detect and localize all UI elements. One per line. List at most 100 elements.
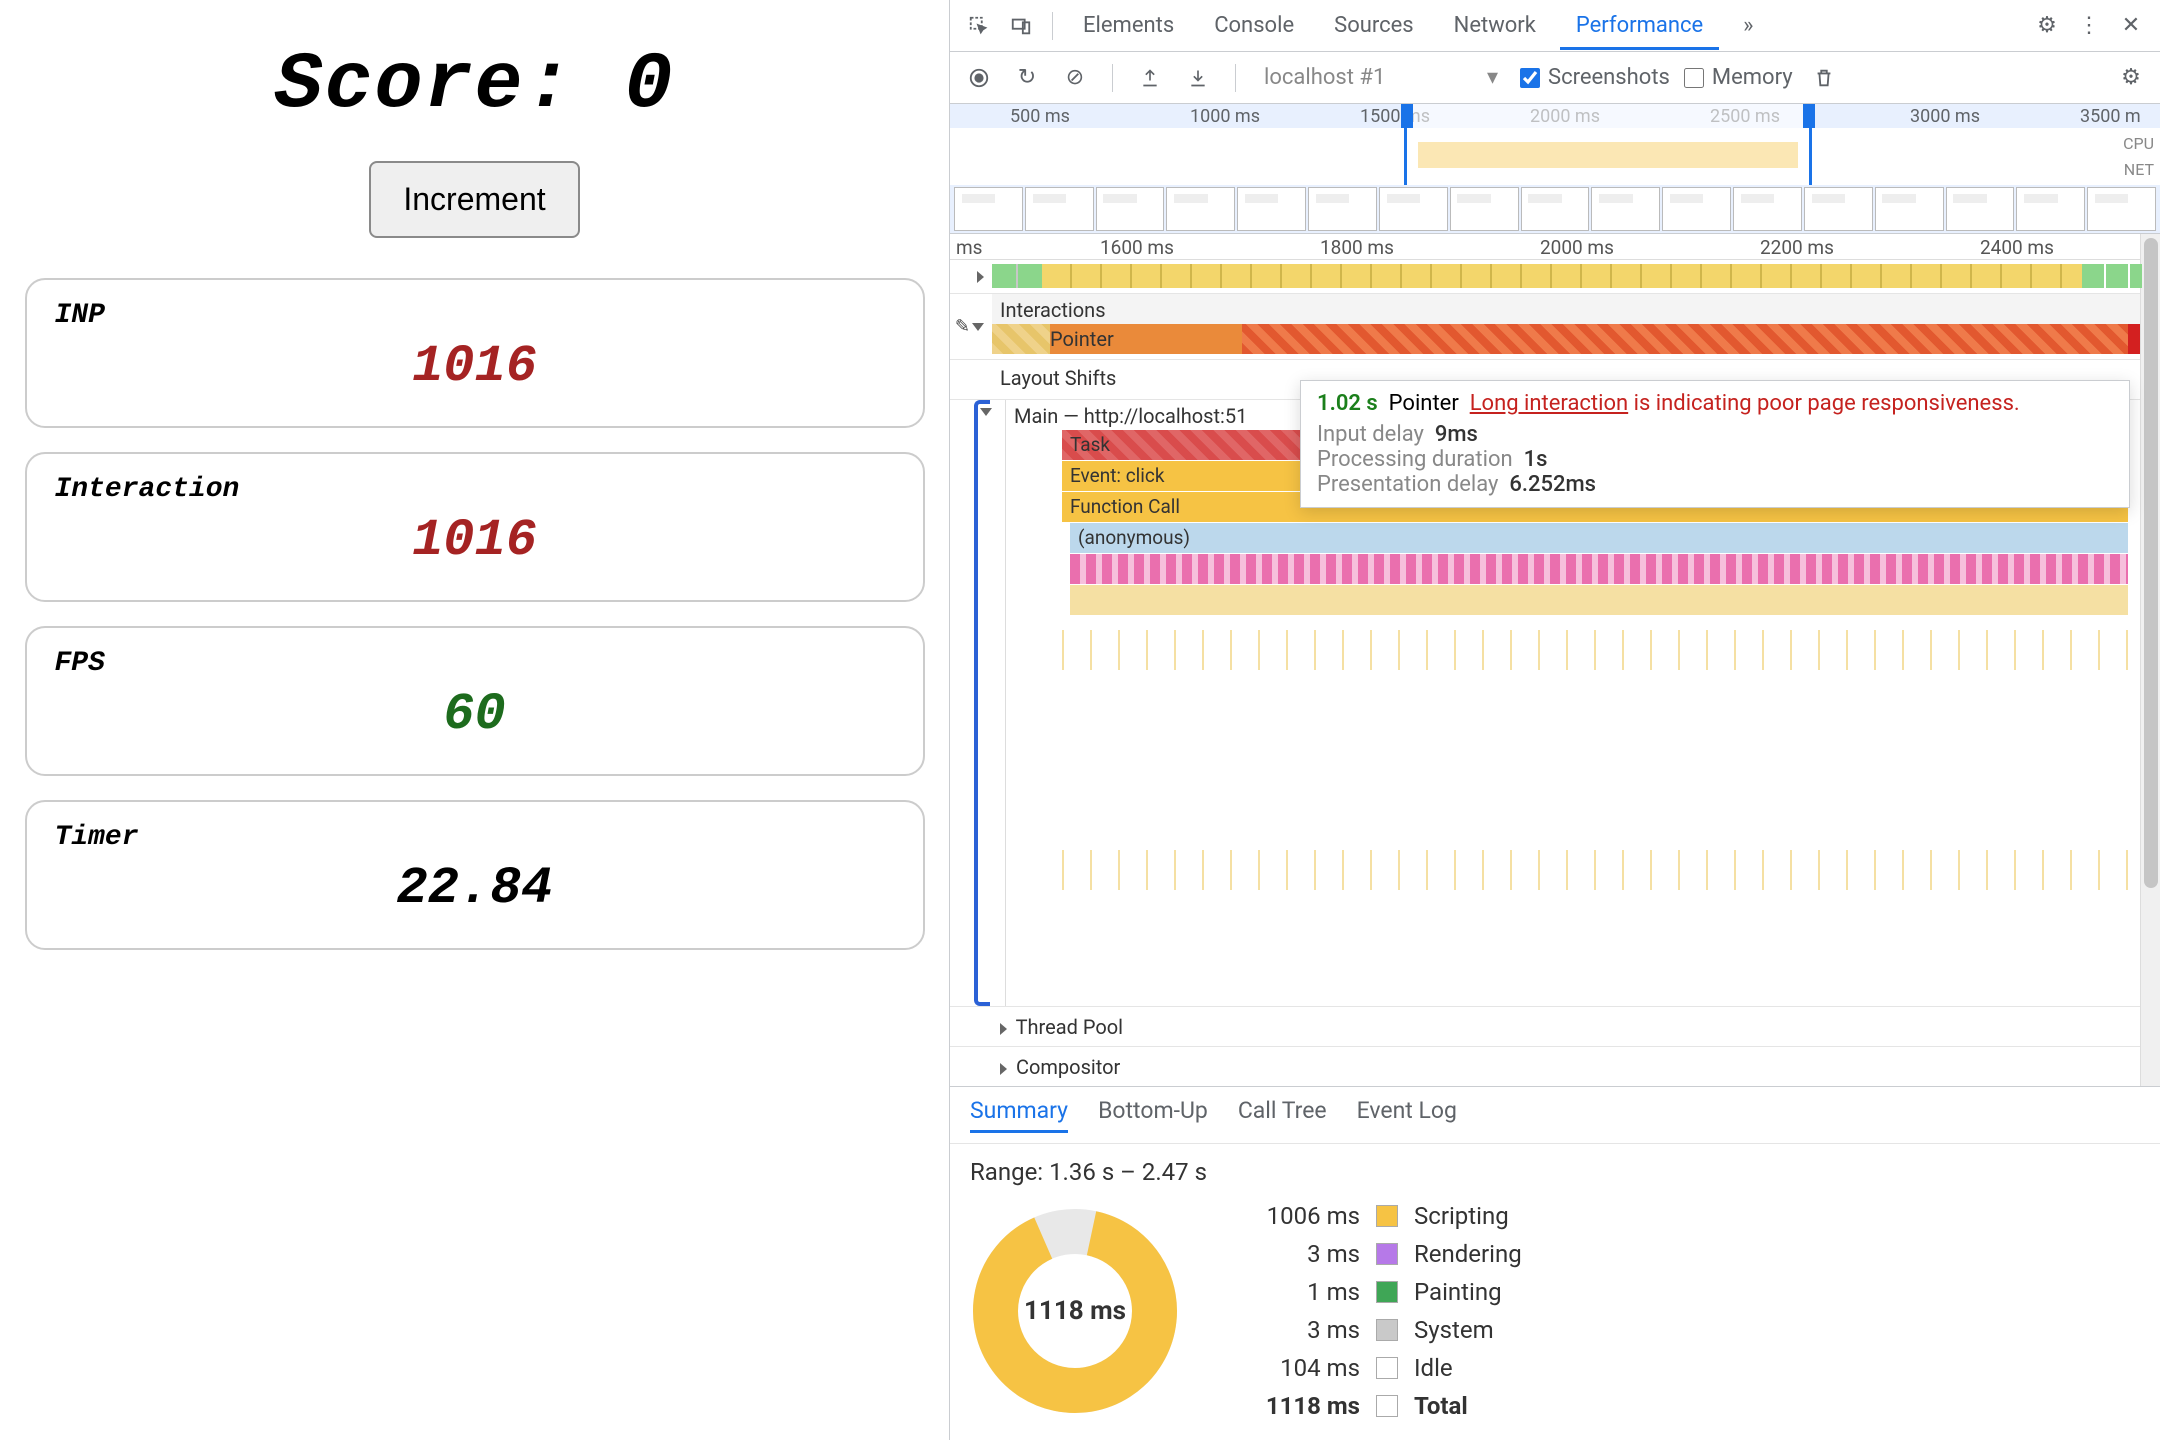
screenshot-thumb[interactable] — [1946, 187, 2015, 231]
metric-label: Timer — [55, 822, 895, 853]
metric-card-interaction: Interaction 1016 — [25, 452, 925, 602]
track-toggle[interactable] — [950, 260, 992, 293]
tick: 1600 ms — [1100, 236, 1174, 259]
track-toggle[interactable]: ✎ — [950, 294, 992, 359]
tab-bottom-up[interactable]: Bottom-Up — [1098, 1097, 1208, 1133]
screenshot-thumb[interactable] — [1662, 187, 1731, 231]
profile-select[interactable]: localhost #1 ▾ — [1256, 61, 1506, 94]
tab-performance[interactable]: Performance — [1560, 1, 1719, 50]
screenshots-checkbox[interactable]: Screenshots — [1520, 65, 1670, 90]
track-frames[interactable]: Frames — [950, 260, 2140, 294]
close-icon[interactable]: ✕ — [2114, 9, 2148, 43]
upload-icon[interactable] — [1133, 61, 1167, 95]
gear-icon[interactable]: ⚙ — [2114, 61, 2148, 95]
memory-checkbox[interactable]: Memory — [1684, 65, 1793, 90]
legend-label: Total — [1414, 1392, 1468, 1420]
tick: 1000 ms — [1190, 106, 1260, 127]
legend-row-total: 1118 ms Total — [1240, 1392, 1522, 1420]
screenshot-thumb[interactable] — [1521, 187, 1590, 231]
legend-ms: 104 ms — [1240, 1354, 1360, 1382]
metric-label: Interaction — [55, 474, 895, 505]
tab-summary[interactable]: Summary — [970, 1097, 1068, 1133]
selection-handle-left[interactable] — [1401, 104, 1413, 128]
device-icon[interactable] — [1004, 9, 1038, 43]
tick: 1800 ms — [1320, 236, 1394, 259]
legend-ms: 1 ms — [1240, 1278, 1360, 1306]
tooltip-key: Presentation delay — [1317, 472, 1498, 497]
interaction-label: Pointer — [1050, 327, 1114, 351]
legend-row: 3 ms Rendering — [1240, 1240, 1522, 1268]
metric-card-inp: INP 1016 — [25, 278, 925, 428]
record-icon[interactable] — [962, 61, 996, 95]
tab-network[interactable]: Network — [1438, 1, 1552, 50]
screenshot-thumb[interactable] — [1096, 187, 1165, 231]
tab-console[interactable]: Console — [1198, 1, 1310, 50]
frames-bar — [1042, 264, 2140, 288]
screenshot-thumb[interactable] — [1166, 187, 1235, 231]
screenshot-thumb[interactable] — [1025, 187, 1094, 231]
screenshot-thumb[interactable] — [1237, 187, 1306, 231]
screenshot-thumb[interactable] — [1804, 187, 1873, 231]
tooltip-key: Processing duration — [1317, 447, 1513, 472]
tab-event-log[interactable]: Event Log — [1357, 1097, 1457, 1133]
screenshot-thumb[interactable] — [2016, 187, 2085, 231]
legend-row: 1006 ms Scripting — [1240, 1202, 1522, 1230]
flame-chart[interactable]: ms 1600 ms 1800 ms 2000 ms 2200 ms 2400 … — [950, 234, 2160, 1086]
tabs-overflow[interactable]: » — [1727, 1, 1769, 50]
tab-sources[interactable]: Sources — [1318, 1, 1430, 50]
screenshot-thumb[interactable] — [1379, 187, 1448, 231]
tab-call-tree[interactable]: Call Tree — [1238, 1097, 1327, 1133]
profile-select-value: localhost #1 — [1264, 65, 1385, 90]
download-icon[interactable] — [1181, 61, 1215, 95]
inspect-icon[interactable] — [962, 9, 996, 43]
legend-ms: 1006 ms — [1240, 1202, 1360, 1230]
screenshot-thumb[interactable] — [1591, 187, 1660, 231]
interaction-tooltip: 1.02 s Pointer Long interaction is indic… — [1300, 380, 2130, 508]
screenshots-checkbox-input[interactable] — [1520, 68, 1540, 88]
track-compositor[interactable]: Compositor — [950, 1046, 2140, 1086]
tab-elements[interactable]: Elements — [1067, 1, 1190, 50]
bottom-panel: Summary Bottom-Up Call Tree Event Log Ra… — [950, 1086, 2160, 1440]
flame-micro-bars — [1062, 630, 2140, 670]
track-label: Thread Pool — [1016, 1015, 1123, 1039]
flame-ruler[interactable]: ms 1600 ms 1800 ms 2000 ms 2200 ms 2400 … — [950, 234, 2140, 260]
overview-timeline[interactable]: 500 ms 1000 ms 1500 ms 2000 ms 2500 ms 3… — [950, 104, 2160, 234]
legend-label: System — [1414, 1316, 1494, 1344]
track-interactions[interactable]: ✎ Interactions Pointer — [950, 294, 2140, 360]
cpu-label: CPU — [2123, 134, 2154, 153]
tooltip-val: 9ms — [1435, 422, 1478, 447]
flame-chart-body[interactable]: ms 1600 ms 1800 ms 2000 ms 2200 ms 2400 … — [950, 234, 2140, 1086]
interaction-pointer-bar[interactable]: Pointer — [992, 324, 2140, 354]
flame-bar-anonymous[interactable]: (anonymous) — [1070, 523, 2128, 553]
scrollbar[interactable] — [2140, 234, 2160, 1086]
legend-ms: 3 ms — [1240, 1240, 1360, 1268]
ruler-unit: ms — [956, 236, 982, 259]
screenshot-thumb[interactable] — [1308, 187, 1377, 231]
metric-value: 60 — [55, 685, 895, 744]
tick: 2200 ms — [1760, 236, 1834, 259]
screenshot-thumb[interactable] — [2087, 187, 2156, 231]
flame-bar-detail[interactable] — [1070, 554, 2128, 584]
gear-icon[interactable]: ⚙ — [2030, 9, 2064, 43]
reload-icon[interactable]: ↻ — [1010, 61, 1044, 95]
screenshot-thumb[interactable] — [954, 187, 1023, 231]
tooltip-link[interactable]: Long interaction — [1470, 391, 1628, 416]
tick: 500 ms — [1010, 106, 1070, 127]
screenshot-thumb[interactable] — [1450, 187, 1519, 231]
legend-swatch — [1376, 1319, 1398, 1341]
clear-icon[interactable]: ⊘ — [1058, 61, 1092, 95]
flame-bar-detail[interactable] — [1070, 585, 2128, 615]
memory-checkbox-input[interactable] — [1684, 68, 1704, 88]
screenshot-thumb[interactable] — [1875, 187, 1944, 231]
screenshot-thumb[interactable] — [1733, 187, 1802, 231]
track-thread-pool[interactable]: Thread Pool — [950, 1006, 2140, 1046]
legend-swatch — [1376, 1395, 1398, 1417]
expand-icon[interactable] — [1000, 1063, 1007, 1075]
selection-handle-right[interactable] — [1803, 104, 1815, 128]
expand-icon[interactable] — [1000, 1023, 1007, 1035]
screenshot-strip[interactable] — [950, 185, 2160, 233]
legend-label: Rendering — [1414, 1240, 1522, 1268]
kebab-icon[interactable]: ⋮ — [2072, 9, 2106, 43]
increment-button[interactable]: Increment — [369, 161, 579, 238]
gc-icon[interactable] — [1807, 61, 1841, 95]
